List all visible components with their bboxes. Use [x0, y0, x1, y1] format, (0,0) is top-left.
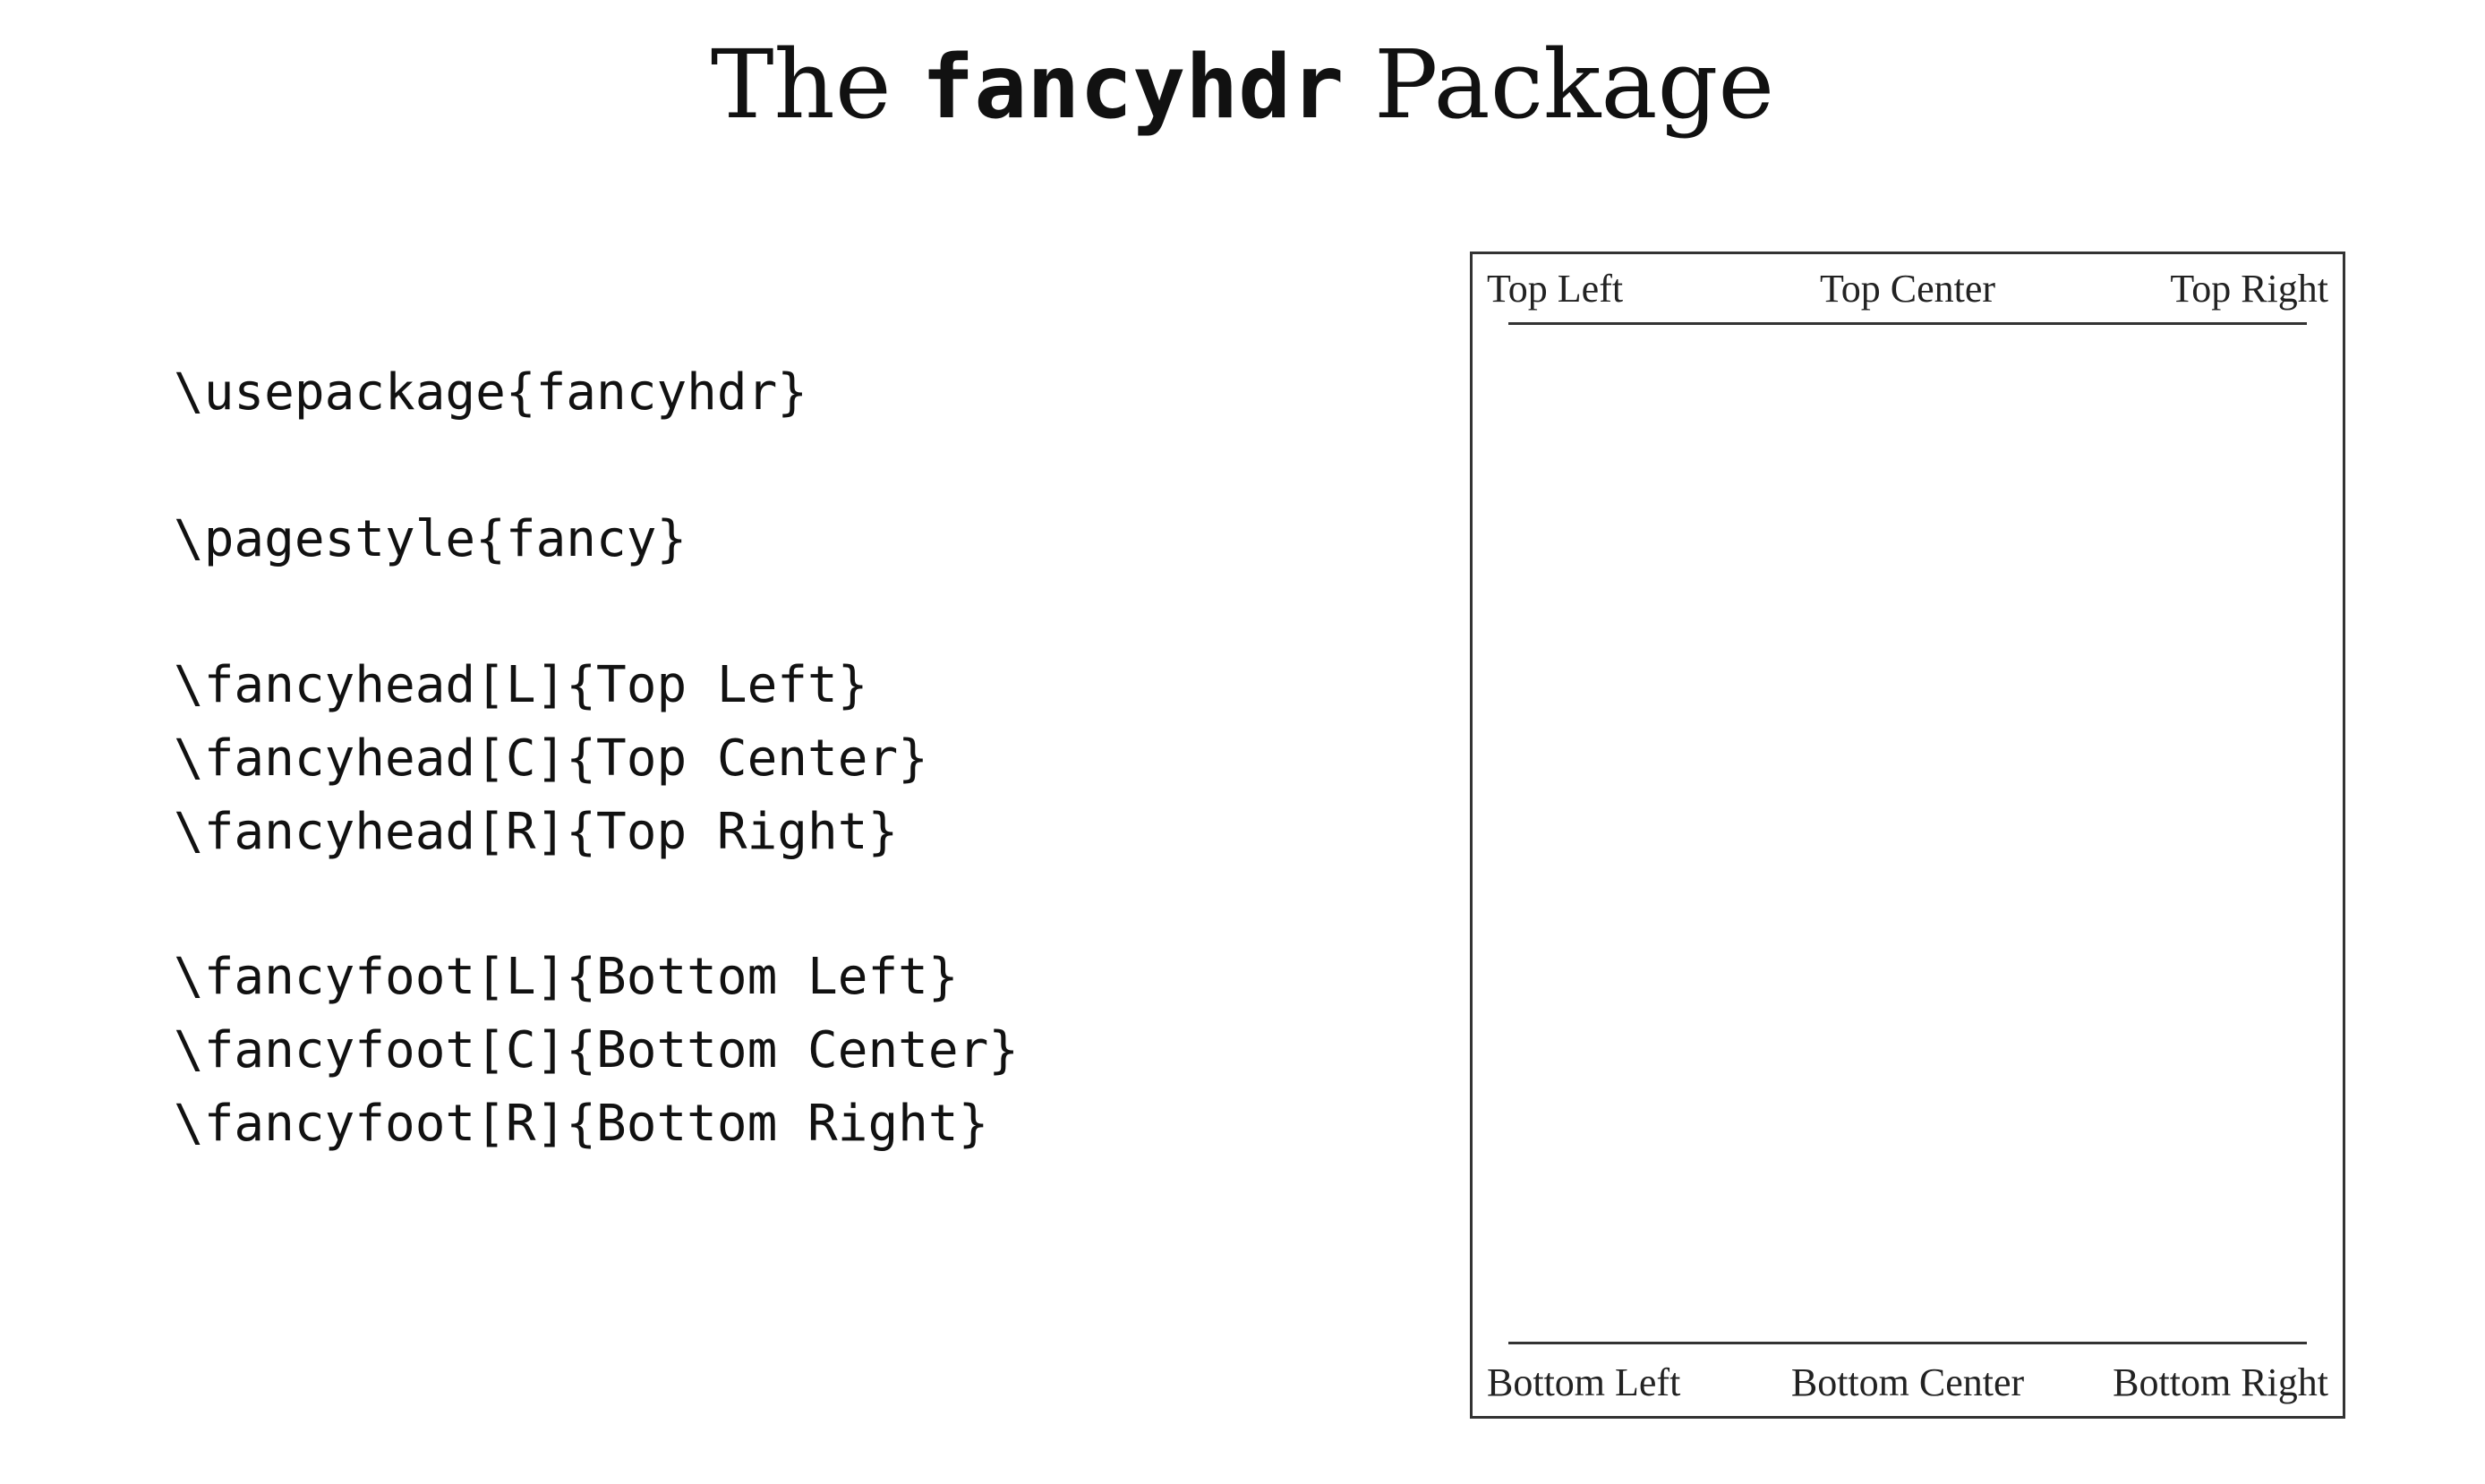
code-fancyhead-left: \fancyhead[L]{Top Left} — [174, 656, 868, 714]
title-suffix: Package — [1373, 30, 1775, 140]
footer-rule — [1508, 1342, 2307, 1344]
code-fancyfoot-center: \fancyfoot[C]{Bottom Center} — [174, 1021, 1020, 1079]
page-preview: Top Left Top Center Top Right Bottom Lef… — [1470, 252, 2345, 1419]
title-package-name: fancyhdr — [921, 37, 1345, 139]
code-fancyfoot-left: \fancyfoot[L]{Bottom Left} — [174, 948, 959, 1006]
header-right-text: Top Right — [2170, 267, 2328, 311]
slide-title: The fancyhdr Package — [0, 27, 2485, 146]
code-pagestyle: \pagestyle{fancy} — [174, 510, 687, 568]
footer-right-text: Bottom Right — [2113, 1360, 2328, 1404]
code-usepackage: \usepackage{fancyhdr} — [174, 363, 808, 422]
title-prefix: The — [710, 30, 892, 140]
code-fancyhead-center: \fancyhead[C]{Top Center} — [174, 729, 928, 788]
code-fancyfoot-right: \fancyfoot[R]{Bottom Right} — [174, 1095, 989, 1153]
code-fancyhead-right: \fancyhead[R]{Top Right} — [174, 803, 899, 861]
header-rule — [1508, 322, 2307, 325]
